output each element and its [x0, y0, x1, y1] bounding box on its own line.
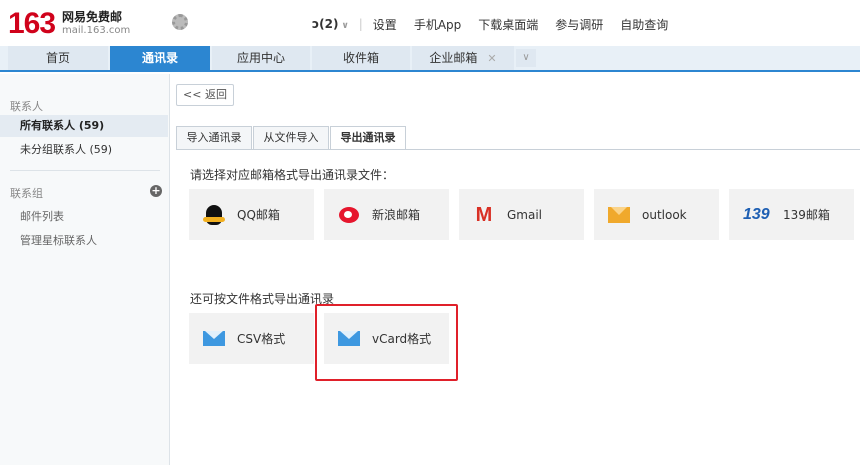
unread-badge[interactable]: ɔ(2) ∨: [312, 17, 349, 31]
add-group-icon[interactable]: +: [150, 185, 162, 197]
envelope-icon: [203, 328, 225, 350]
skin-gear-icon[interactable]: [172, 14, 188, 30]
weibo-icon: [338, 204, 360, 226]
close-icon[interactable]: ✕: [487, 52, 496, 65]
export-outlook-button[interactable]: outlook: [594, 189, 719, 240]
export-139-button[interactable]: 139 139邮箱: [729, 189, 854, 240]
card-label: 新浪邮箱: [372, 208, 421, 222]
subtab-underline: [176, 149, 860, 150]
settings-link[interactable]: 设置: [373, 16, 397, 33]
desktop-download-link[interactable]: 下载桌面端: [478, 16, 538, 33]
export-prompt: 请选择对应邮箱格式导出通讯录文件：: [190, 168, 395, 182]
groups-section-label: 联系组: [10, 187, 43, 200]
divider: [10, 170, 160, 171]
file-format-prompt: 还可按文件格式导出通讯录: [190, 292, 335, 306]
divider: |: [358, 17, 363, 31]
tab-import-contacts[interactable]: 导入通讯录: [176, 126, 252, 150]
logo-text: 网易免费邮: [62, 10, 123, 24]
tab-app-center[interactable]: 应用中心: [212, 46, 310, 70]
main-tab-bar: 首页 通讯录 应用中心 收件箱 企业邮箱 ✕ ∨: [0, 46, 860, 72]
card-label: 139邮箱: [783, 208, 830, 222]
contacts-section-label: 联系人: [10, 100, 43, 113]
sidebar-item-ungrouped[interactable]: 未分组联系人 (59): [0, 139, 168, 161]
back-button[interactable]: << 返回: [176, 84, 234, 106]
card-label: QQ邮箱: [237, 208, 280, 222]
sidebar-item-starred[interactable]: 管理星标联系人: [20, 232, 97, 248]
tab-label: 企业邮箱: [429, 51, 478, 65]
envelope-icon: [608, 204, 630, 226]
tab-inbox[interactable]: 收件箱: [312, 46, 410, 70]
card-label: CSV格式: [237, 332, 286, 346]
mobile-app-link[interactable]: 手机App: [414, 16, 461, 33]
tab-enterprise-mail[interactable]: 企业邮箱 ✕: [412, 46, 514, 70]
tab-contacts[interactable]: 通讯录: [110, 46, 210, 70]
chevron-down-icon: ∨: [341, 21, 349, 31]
export-qq-button[interactable]: QQ邮箱: [189, 189, 314, 240]
highlight-annotation: [315, 304, 458, 381]
sidebar-item-all-contacts[interactable]: 所有联系人 (59): [0, 115, 168, 137]
export-sina-button[interactable]: 新浪邮箱: [324, 189, 449, 240]
qq-icon: [203, 204, 225, 226]
logo-139-icon: 139: [743, 205, 770, 223]
logo-domain: mail.163.com: [62, 25, 131, 36]
tab-home[interactable]: 首页: [8, 46, 108, 70]
tab-export-contacts[interactable]: 导出通讯录: [330, 126, 406, 150]
gmail-icon: M: [475, 203, 493, 226]
export-gmail-button[interactable]: M Gmail: [459, 189, 584, 240]
contacts-sidebar: 联系人 所有联系人 (59) 未分组联系人 (59) 联系组 邮件列表 管理星标…: [0, 74, 170, 465]
survey-link[interactable]: 参与调研: [555, 16, 603, 33]
tab-import-from-file[interactable]: 从文件导入: [253, 126, 329, 150]
export-csv-button[interactable]: CSV格式: [189, 313, 314, 364]
card-label: outlook: [642, 207, 687, 222]
self-service-link[interactable]: 自助查询: [620, 16, 668, 33]
sidebar-item-mailing-list[interactable]: 邮件列表: [20, 208, 64, 224]
logo-number[interactable]: 163: [8, 9, 56, 39]
top-bar: 163 网易免费邮 mail.163.com ɔ(2) ∨ | 设置 手机App …: [0, 0, 860, 46]
top-links: ɔ(2) ∨ | 设置 手机App 下载桌面端 参与调研 自助查询: [312, 16, 685, 32]
card-label: Gmail: [507, 207, 543, 222]
tab-more-chevron-icon[interactable]: ∨: [516, 49, 536, 67]
